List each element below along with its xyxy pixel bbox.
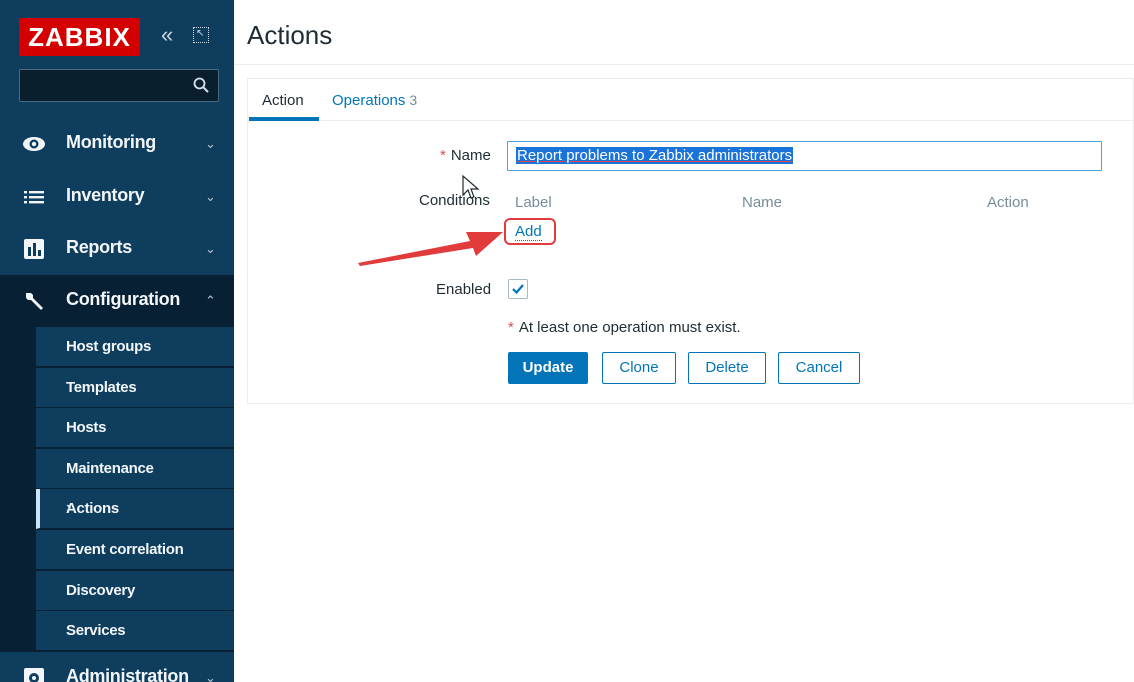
submenu-services[interactable]: Services	[36, 611, 234, 651]
kiosk-icon: ↖	[196, 28, 205, 39]
wrench-icon	[26, 293, 43, 310]
operations-count-badge: 3	[409, 92, 418, 108]
mouse-cursor-icon	[462, 175, 480, 199]
menu-inventory-label: Inventory	[66, 185, 145, 205]
list-icon	[24, 191, 44, 204]
tab-operations[interactable]: Operations 3	[332, 92, 417, 109]
submenu-label: Event correlation	[66, 541, 184, 558]
update-button[interactable]: Update	[508, 352, 588, 384]
submenu-label: Hosts	[66, 419, 107, 436]
logo-row: ZABBIX « ↖	[0, 0, 234, 70]
configuration-submenu: Host groups Templates Hosts Maintenance …	[0, 327, 234, 652]
chevron-down-icon: ⌄	[205, 241, 216, 256]
submenu-maintenance[interactable]: Maintenance	[36, 449, 234, 489]
sidebar: ZABBIX « ↖ Monitoring ⌄ Inventory ⌄ Repo…	[0, 0, 234, 682]
cancel-button[interactable]: Cancel	[778, 352, 860, 384]
chevron-up-icon: ⌃	[205, 293, 216, 308]
gear-icon	[24, 668, 44, 682]
zabbix-logo[interactable]: ZABBIX	[19, 18, 140, 56]
submenu-event-correlation[interactable]: Event correlation	[36, 530, 234, 570]
name-label-text: Name	[450, 147, 491, 164]
enabled-label: Enabled	[436, 281, 492, 298]
tab-operations-label: Operations	[332, 92, 406, 109]
chevron-down-icon: ⌄	[205, 670, 216, 682]
menu-reports-label: Reports	[66, 237, 132, 257]
tab-action[interactable]: Action	[262, 92, 304, 109]
collapse-sidebar-button[interactable]: «	[161, 24, 173, 46]
submenu-discovery[interactable]: Discovery	[36, 571, 234, 611]
menu-reports[interactable]: Reports ⌄	[0, 223, 234, 275]
menu-monitoring-label: Monitoring	[66, 132, 156, 152]
menu-inventory[interactable]: Inventory ⌄	[0, 171, 234, 223]
active-tab-indicator	[249, 117, 319, 121]
add-condition-label: Add	[515, 223, 542, 241]
chevron-down-icon: ⌄	[205, 136, 216, 151]
search-icon[interactable]	[193, 77, 209, 93]
operations-hint-text: At least one operation must exist.	[518, 319, 741, 336]
tab-bar: Action Operations 3	[248, 79, 1134, 121]
eye-icon	[23, 137, 45, 151]
submenu-label: Maintenance	[66, 460, 154, 477]
submenu-label: Services	[66, 622, 126, 639]
clone-button[interactable]: Clone	[602, 352, 676, 384]
checkmark-icon	[512, 284, 524, 295]
submenu-label: Host groups	[66, 338, 152, 355]
delete-button[interactable]: Delete	[688, 352, 766, 384]
menu-configuration-label: Configuration	[66, 289, 181, 309]
required-mark: *	[440, 147, 446, 164]
operations-hint: * At least one operation must exist.	[508, 319, 741, 336]
chevron-right-icon: ›	[66, 499, 72, 516]
name-field-value: Report problems to Zabbix administrators	[516, 147, 794, 164]
enabled-checkbox[interactable]	[508, 279, 528, 299]
menu-administration-label: Administration	[66, 666, 189, 682]
menu-monitoring[interactable]: Monitoring ⌄	[0, 118, 234, 170]
add-condition-link[interactable]: Add	[504, 218, 556, 245]
bar-chart-icon	[24, 239, 44, 259]
conditions-col-name: Name	[742, 194, 783, 211]
name-field[interactable]: Report problems to Zabbix administrators	[507, 141, 1102, 171]
submenu-templates[interactable]: Templates	[36, 368, 234, 408]
submenu-hosts[interactable]: Hosts	[36, 408, 234, 448]
sidebar-search-input[interactable]	[19, 69, 219, 102]
submenu-actions[interactable]: Actions ›	[36, 489, 234, 529]
page-title: Actions	[247, 20, 333, 50]
submenu-label: Templates	[66, 379, 137, 396]
conditions-col-label: Label	[515, 194, 552, 211]
conditions-col-action: Action	[987, 194, 1029, 211]
required-mark: *	[508, 319, 514, 336]
menu-configuration[interactable]: Configuration ⌃	[0, 275, 234, 327]
chevron-down-icon: ⌄	[205, 189, 216, 204]
page-header: Actions	[234, 0, 1134, 65]
submenu-label: Discovery	[66, 582, 136, 599]
kiosk-mode-button[interactable]: ↖	[193, 27, 209, 43]
submenu-label: Actions	[66, 500, 119, 517]
name-label: * Name	[440, 147, 491, 164]
menu-administration[interactable]: Administration ⌄	[0, 652, 234, 682]
submenu-host-groups[interactable]: Host groups	[36, 327, 234, 367]
